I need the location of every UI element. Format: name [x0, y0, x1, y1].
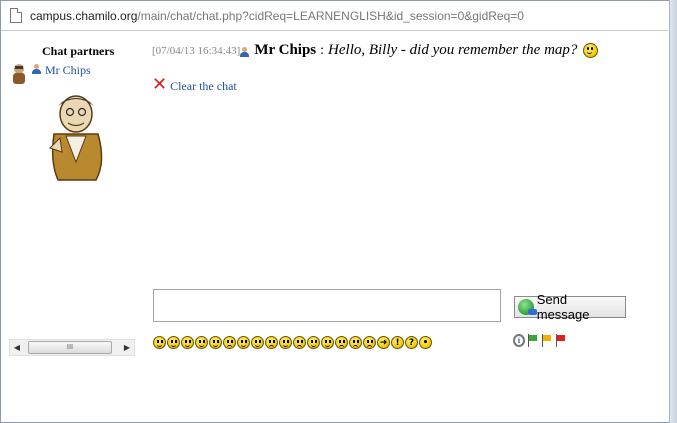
exclamation-icon[interactable]: ! — [391, 336, 404, 349]
sad-icon[interactable] — [293, 336, 306, 349]
blush-icon[interactable] — [307, 336, 320, 349]
cool-icon[interactable] — [209, 336, 222, 349]
send-message-button[interactable]: Send message — [514, 292, 626, 322]
arrow-icon[interactable]: ➜ — [377, 336, 390, 349]
url-host: campus.chamilo.org — [30, 8, 138, 23]
window-border-right — [669, 0, 677, 423]
send-button-label: Send message — [536, 292, 590, 322]
address-bar[interactable]: campus.chamilo.org/main/chat/chat.php?ci… — [1, 1, 668, 31]
angel-icon[interactable] — [237, 336, 250, 349]
chat-log: [07/04/13 16:34:43] Mr Chips : Hello, Bi… — [152, 42, 652, 94]
question-icon[interactable]: ? — [405, 336, 418, 349]
partner-thumbnail — [13, 64, 25, 84]
green-flag-icon[interactable] — [527, 334, 539, 347]
emoticon-picker: ➜ ! ? • — [153, 336, 433, 349]
surprised-icon[interactable] — [223, 336, 236, 349]
scrollbar-thumb[interactable]: III — [28, 341, 112, 354]
user-icon — [240, 46, 250, 57]
chat-partners-title: Chat partners — [42, 44, 115, 58]
yellow-flag-icon[interactable] — [541, 334, 553, 347]
page-icon — [10, 8, 22, 23]
angry-icon[interactable] — [363, 336, 376, 349]
neutral-icon[interactable] — [279, 336, 292, 349]
clear-chat-link[interactable]: Clear the chat — [170, 79, 237, 94]
partner-name-link[interactable]: Mr Chips — [45, 63, 91, 78]
delete-x-icon[interactable]: ✕ — [152, 75, 167, 93]
partner-avatar — [49, 95, 103, 181]
chat-partners-panel: Chat partners Mr Chips — [10, 44, 140, 181]
idea-icon[interactable]: • — [419, 336, 432, 349]
partner-item[interactable]: Mr Chips — [10, 63, 140, 85]
message-timestamp: [07/04/13 16:34:43] — [152, 44, 241, 57]
horizontal-scrollbar[interactable]: ◀ III ▶ — [9, 339, 135, 356]
frown-icon[interactable] — [335, 336, 348, 349]
smiley-icon — [583, 43, 599, 58]
red-flag-icon[interactable] — [555, 334, 567, 347]
confused-icon[interactable] — [265, 336, 278, 349]
send-icon — [518, 299, 537, 315]
clear-chat-action[interactable]: ✕ Clear the chat — [152, 75, 652, 94]
url-path: /main/chat/chat.php?cidReq=LEARNENGLISH&… — [137, 8, 524, 23]
smile-icon[interactable] — [153, 336, 166, 349]
scroll-right-arrow-icon[interactable]: ▶ — [120, 343, 134, 352]
scroll-left-arrow-icon[interactable]: ◀ — [10, 343, 24, 352]
crazy-icon[interactable] — [321, 336, 334, 349]
info-icon[interactable]: i — [513, 334, 525, 347]
wink-icon[interactable] — [251, 336, 264, 349]
worried-icon[interactable] — [349, 336, 362, 349]
message-input[interactable] — [153, 289, 501, 322]
grin-icon[interactable] — [167, 336, 180, 349]
message-text: Hello, Billy - did you remember the map? — [328, 42, 578, 58]
message-author: Mr Chips — [254, 42, 317, 58]
tongue-icon[interactable] — [195, 336, 208, 349]
happy-icon[interactable] — [181, 336, 194, 349]
chat-message: [07/04/13 16:34:43] Mr Chips : Hello, Bi… — [152, 42, 652, 59]
status-icons: i — [513, 334, 569, 347]
message-separator: : — [320, 42, 325, 58]
user-icon — [32, 64, 41, 74]
